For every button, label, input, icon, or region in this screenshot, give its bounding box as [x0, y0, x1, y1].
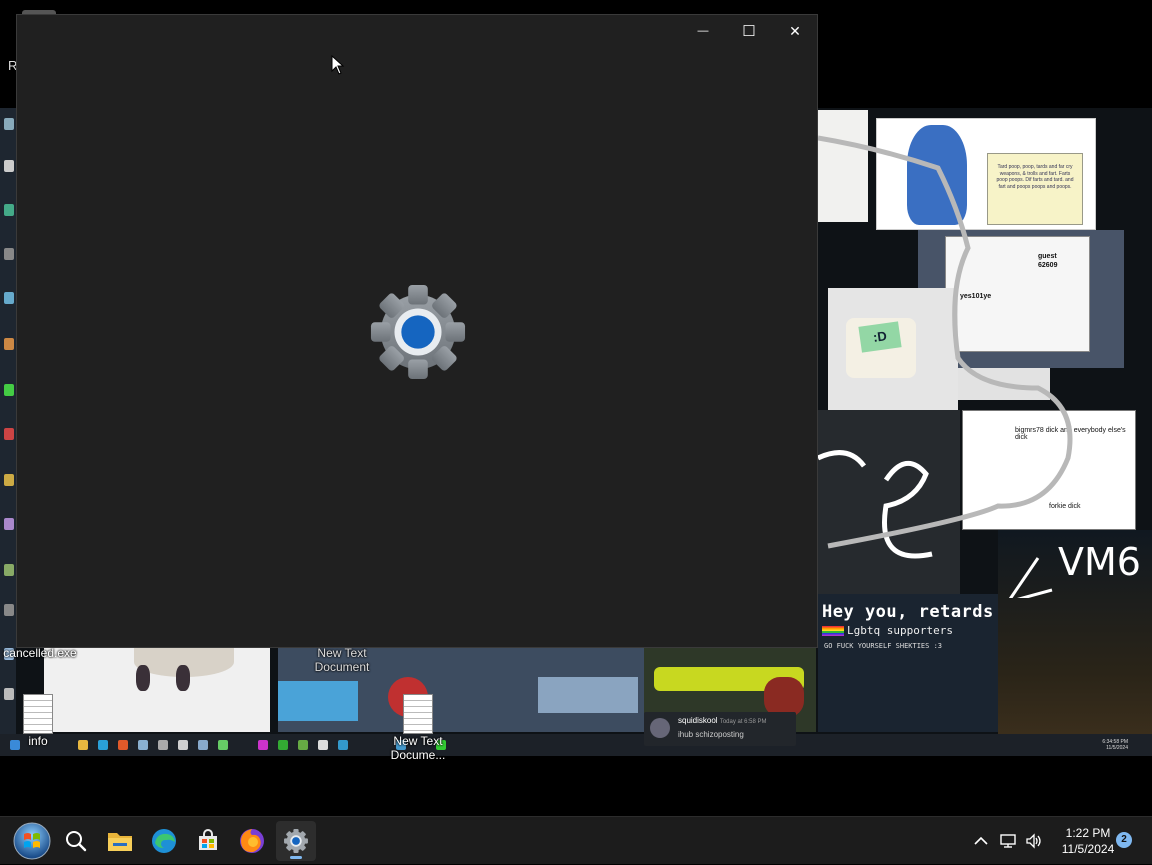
- chat-notification: squidiskool Today at 6:58 PM ihub schizo…: [644, 712, 796, 746]
- wallpaper-banner-tile: Hey you, retards Lgbtq supporters GO FUC…: [818, 594, 998, 732]
- inner-desktop-icons-strip: [0, 108, 16, 734]
- speaker-icon: [1026, 833, 1041, 849]
- clock[interactable]: 1:22 PM 11/5/2024: [1052, 825, 1124, 857]
- close-icon: ✕: [789, 22, 801, 39]
- settings-window[interactable]: — ☐ ✕: [16, 14, 818, 648]
- inner-clock: 6:34:58 PM 11/5/2024: [1102, 739, 1128, 751]
- settings-gear-icon: [284, 829, 308, 853]
- minimize-button[interactable]: —: [680, 15, 726, 47]
- text-file-icon: [403, 694, 433, 734]
- chat-avatar: [650, 718, 670, 738]
- start-orb-icon: [13, 822, 51, 860]
- desktop-icon-cancelled[interactable]: cancelled.exe: [2, 646, 78, 660]
- clock-time: 1:22 PM: [1065, 826, 1111, 840]
- network-icon: [1000, 834, 1016, 848]
- firefox-button[interactable]: [232, 821, 272, 861]
- banner-small-text: GO FUCK YOURSELF SHEKTIES :3: [824, 642, 943, 650]
- start-button[interactable]: [12, 821, 52, 861]
- settings-button[interactable]: [276, 821, 316, 861]
- mouse-cursor-icon: [331, 55, 345, 75]
- volume-button[interactable]: [1022, 817, 1046, 865]
- search-icon: [66, 831, 87, 852]
- banner-subtitle: Lgbtq supporters: [822, 624, 953, 637]
- text-file-icon: [23, 694, 53, 734]
- settings-gear-icon: [370, 284, 466, 380]
- minimize-icon: —: [697, 25, 709, 37]
- edge-browser-button[interactable]: [144, 821, 184, 861]
- folder-icon: [108, 833, 132, 851]
- maximize-icon: ☐: [742, 23, 756, 40]
- close-button[interactable]: ✕: [772, 15, 818, 47]
- desktop-icon-info[interactable]: info: [14, 694, 62, 748]
- inner-screenshot-taskbar: 6:34:58 PM 11/5/2024: [0, 734, 1152, 756]
- show-hidden-icons-button[interactable]: [968, 817, 994, 865]
- desktop: R Tard poop, poop, tards and far cry wea…: [0, 0, 1152, 816]
- maximize-button[interactable]: ☐: [726, 15, 772, 47]
- network-button[interactable]: [996, 817, 1020, 865]
- banner-title: Hey you, retards: [822, 602, 994, 622]
- microsoft-store-button[interactable]: [188, 821, 228, 861]
- wallpaper-scribble: [818, 135, 1073, 598]
- desktop-icon-new-text-document-2[interactable]: New Text Docume...: [382, 694, 454, 762]
- search-button[interactable]: [56, 821, 96, 861]
- chevron-up-icon: [974, 836, 988, 845]
- clock-date: 11/5/2024: [1061, 842, 1115, 856]
- file-explorer-button[interactable]: [100, 821, 140, 861]
- desktop-icon-new-text-document[interactable]: New Text Document: [300, 646, 384, 674]
- taskbar: 1:22 PM 11/5/2024: [0, 816, 1152, 864]
- notification-badge[interactable]: 2: [1116, 832, 1132, 848]
- edge-icon: [152, 829, 176, 853]
- store-icon: [199, 829, 217, 850]
- firefox-icon: [240, 829, 264, 853]
